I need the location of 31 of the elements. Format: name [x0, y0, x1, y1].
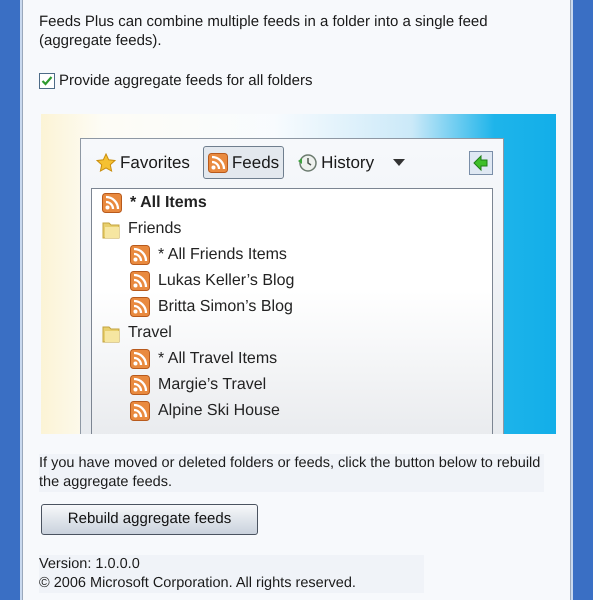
rebuild-note: If you have moved or deleted folders or feeds, click the button below to rebuild the aggregate feeds. [39, 454, 544, 492]
feed-icon [130, 374, 150, 394]
checkbox[interactable] [39, 73, 55, 90]
feed-icon [130, 244, 150, 264]
tab[interactable]: Feeds [202, 146, 284, 179]
tree-item[interactable]: Alpine Ski House [102, 398, 492, 424]
feed-icon [130, 348, 150, 368]
clock-icon [297, 152, 318, 172]
tab[interactable]: History [292, 146, 380, 179]
star-icon [96, 152, 116, 172]
checkbox-label[interactable]: Provide aggregate feeds for all folders [59, 70, 312, 92]
tree-item[interactable]: * All Travel Items [102, 346, 492, 372]
tree-item[interactable]: Britta Simon’s Blog [102, 294, 492, 320]
feed-icon [208, 152, 228, 172]
tree-item[interactable]: Margie’s Travel [102, 372, 492, 398]
rebuild-button[interactable]: Rebuild aggregate feeds [41, 504, 258, 534]
copyright-text: © 2006 Microsoft Corporation. All rights reserved. [39, 574, 357, 592]
feed-icon [102, 192, 122, 212]
feed-icon [130, 270, 150, 290]
description-text: Feeds Plus can combine multiple feeds in a folder into a single feed (aggregate feeds). [39, 12, 489, 50]
feed-icon [130, 400, 150, 420]
arrow-button-icon[interactable] [469, 150, 493, 174]
tree-item[interactable]: Lukas Keller’s Blog [102, 268, 492, 294]
tree-item[interactable]: Friends [102, 216, 492, 242]
tree-item[interactable]: Travel [102, 320, 492, 346]
tab[interactable]: Favorites [91, 146, 195, 179]
feed-icon [130, 296, 150, 316]
tree-item[interactable]: * All Friends Items [102, 242, 492, 268]
version-text: Version: 1.0.0.0 [39, 554, 141, 574]
dropdown-arrow-icon[interactable] [393, 158, 406, 166]
tree-item[interactable]: * All Items [102, 190, 492, 216]
